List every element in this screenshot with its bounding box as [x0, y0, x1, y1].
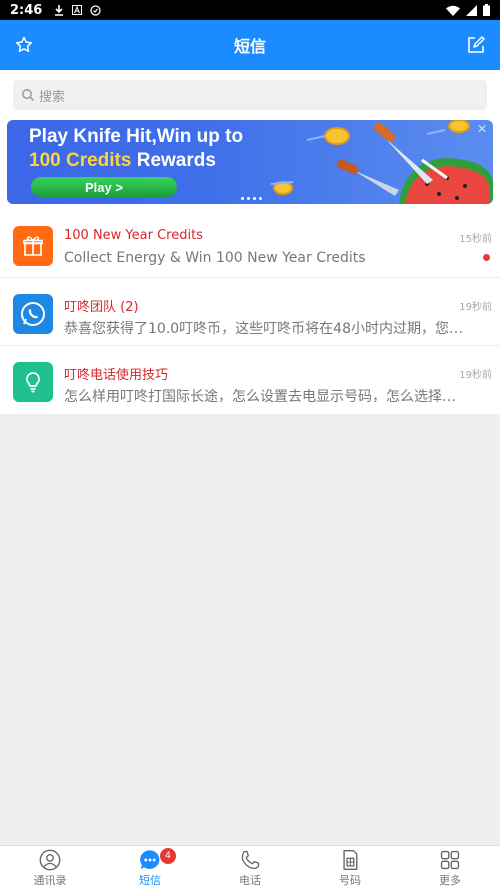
tab-number[interactable]: 号码 [300, 846, 400, 888]
wifi-icon [446, 5, 460, 16]
banner-highlight: 100 Credits [29, 150, 132, 171]
banner-pagination [241, 197, 262, 200]
sim-card-icon [343, 850, 358, 870]
banner-container: Play Knife Hit,Win up to 100 Credits Rew… [0, 118, 500, 210]
message-sender: 100 New Year Credits [64, 228, 203, 243]
phone-icon [241, 850, 260, 870]
list-item[interactable]: 叮咚团队 (2) 恭喜您获得了10.0叮咚币，这些叮咚币将在48小时内过期，您…… [0, 278, 500, 346]
message-time: 19秒前 [459, 302, 492, 313]
promo-banner[interactable]: Play Knife Hit,Win up to 100 Credits Rew… [7, 120, 493, 204]
message-time: 19秒前 [459, 370, 492, 381]
contacts-icon [39, 849, 61, 871]
status-time: 2:46 [10, 2, 43, 18]
tab-phone[interactable]: 电话 [200, 846, 300, 888]
page-title: 短信 [233, 37, 266, 56]
play-button[interactable]: Play > [31, 177, 177, 197]
tab-sms[interactable]: 4 短信 [100, 846, 200, 888]
message-sender: 叮咚电话使用技巧 [64, 368, 169, 383]
star-icon[interactable] [14, 35, 34, 55]
status-bar: 2:46 [0, 0, 500, 20]
message-sender: 叮咚团队 (2) [64, 300, 139, 315]
unread-badge: 4 [160, 848, 176, 864]
message-list: 100 New Year Credits Collect Energy & Wi… [0, 210, 500, 414]
sms-icon [140, 850, 160, 870]
tab-label: 更多 [439, 874, 461, 887]
banner-subheadline: 100 Credits Rewards [29, 150, 216, 172]
app-header: 短信 [0, 20, 500, 70]
message-preview: Collect Energy & Win 100 New Year Credit… [64, 250, 366, 266]
bottom-tab-bar: 通讯录 4 短信 电话 号码 更多 [0, 845, 500, 888]
message-time: 15秒前 [459, 234, 492, 245]
unread-dot [483, 254, 490, 261]
sync-icon [90, 4, 101, 16]
signal-icon [466, 4, 477, 16]
notification-a-icon [72, 5, 83, 15]
tab-more[interactable]: 更多 [400, 846, 500, 888]
search-container: 搜索 [0, 70, 500, 118]
battery-icon [483, 4, 490, 16]
tab-label: 电话 [239, 874, 261, 887]
lightbulb-icon [13, 362, 53, 402]
message-preview: 恭喜您获得了10.0叮咚币，这些叮咚币将在48小时内过期，您… [64, 321, 463, 337]
compose-icon[interactable] [466, 35, 486, 55]
list-item[interactable]: 100 New Year Credits Collect Energy & Wi… [0, 210, 500, 278]
phone-bubble-icon [13, 294, 53, 334]
close-icon[interactable]: ✕ [477, 122, 487, 136]
tab-label: 号码 [339, 874, 361, 887]
tab-contacts[interactable]: 通讯录 [0, 846, 100, 888]
gift-icon [13, 226, 53, 266]
tab-label: 短信 [139, 874, 161, 887]
message-preview: 怎么样用叮咚打国际长途，怎么设置去电显示号码，怎么选择… [64, 389, 456, 405]
tab-label: 通讯录 [33, 874, 67, 887]
download-icon [55, 4, 64, 16]
grid-icon [440, 850, 460, 870]
banner-headline: Play Knife Hit,Win up to [29, 126, 244, 147]
search-placeholder: 搜索 [39, 89, 66, 105]
banner-subheadline-rest: Rewards [131, 150, 216, 171]
search-input[interactable]: 搜索 [13, 80, 487, 110]
list-item[interactable]: 叮咚电话使用技巧 怎么样用叮咚打国际长途，怎么设置去电显示号码，怎么选择… 19… [0, 346, 500, 414]
search-icon [22, 89, 35, 102]
